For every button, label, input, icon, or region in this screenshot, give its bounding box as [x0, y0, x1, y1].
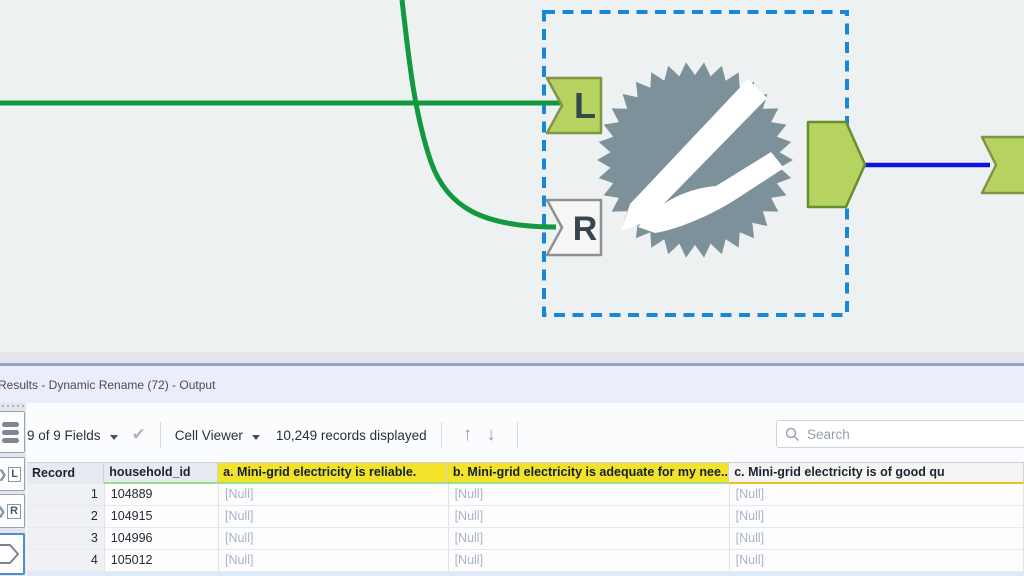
cell-a[interactable]: [Null]	[218, 506, 449, 528]
results-grid: Record household_id a. Mini-grid electrici…	[27, 462, 1024, 576]
grid-body: 1 104889 [Null] [Null] [Null] 2 104915 [Null] [N…	[27, 484, 1024, 572]
cell-household_id[interactable]: 104996	[104, 528, 219, 550]
cell-c[interactable]: [Null]	[729, 550, 1024, 572]
column-header-c[interactable]: c. Mini-grid electricity is of good qu	[729, 463, 1024, 485]
left-anchor-button-label: L	[8, 466, 21, 482]
cell-household_id[interactable]: 104889	[104, 484, 219, 506]
table-view-button[interactable]	[0, 411, 25, 453]
toolbar-divider	[516, 422, 518, 448]
dynamic-rename-tool[interactable]	[597, 62, 793, 258]
chevron-down-icon	[109, 434, 118, 440]
output-anchor-icon	[0, 544, 19, 564]
table-row: 3 104996 [Null] [Null] [Null]	[27, 528, 1024, 550]
toolbar-divider	[440, 422, 442, 448]
cell-b[interactable]: [Null]	[448, 506, 730, 528]
cell-a[interactable]: [Null]	[218, 528, 449, 550]
output-anchor[interactable]	[806, 120, 867, 209]
connection-top-input[interactable]	[399, 0, 557, 230]
search-input[interactable]	[807, 426, 1024, 442]
column-header-a[interactable]: a. Mini-grid electricity is reliable.	[218, 463, 448, 485]
anchor-arrow-icon: ❯	[0, 505, 6, 518]
left-anchor-label: L	[574, 85, 596, 126]
column-header-b[interactable]: b. Mini-grid electricity is adequate for…	[447, 463, 730, 485]
right-anchor-button[interactable]: ❯ R	[0, 494, 25, 528]
records-displayed-label: 10,249 records displayed	[275, 427, 427, 443]
fields-dropdown[interactable]: 9 of 9 Fields	[27, 428, 118, 443]
grid-header: Record household_id a. Mini-grid electrici…	[27, 462, 1024, 485]
cell-c[interactable]: [Null]	[729, 506, 1024, 528]
toolbar-divider	[159, 422, 161, 448]
apply-checkmark-icon[interactable]: ✔	[132, 425, 146, 445]
workflow-canvas[interactable]: L R	[0, 0, 1024, 352]
table-row: 2 104915 [Null] [Null] [Null]	[27, 506, 1024, 528]
table-row: 4 105012 [Null] [Null] [Null]	[27, 550, 1024, 572]
cell-record[interactable]: 1	[27, 484, 105, 506]
cell-c[interactable]: [Null]	[729, 484, 1024, 506]
cell-record[interactable]: 2	[27, 506, 105, 528]
cell-a[interactable]: [Null]	[218, 550, 449, 572]
cell-viewer-dropdown[interactable]: Cell Viewer	[175, 428, 260, 443]
cell-a[interactable]: [Null]	[218, 484, 449, 506]
partial-next-row	[27, 572, 1024, 576]
output-anchor-button[interactable]	[0, 533, 25, 575]
cell-record[interactable]: 3	[27, 528, 105, 550]
drag-handle-icon[interactable]	[2, 405, 24, 409]
column-header-record[interactable]: Record	[27, 463, 105, 485]
search-icon	[785, 427, 800, 441]
results-title: Results - Dynamic Rename (72) - Output	[0, 377, 216, 392]
anchor-arrow-icon: ❯	[0, 468, 7, 481]
cell-household_id[interactable]: 105012	[104, 550, 219, 572]
results-panel-header: Results - Dynamic Rename (72) - Output	[0, 366, 1024, 403]
cell-c[interactable]: [Null]	[729, 528, 1024, 550]
cell-b[interactable]: [Null]	[448, 484, 730, 506]
panel-splitter[interactable]	[0, 352, 1024, 366]
right-anchor-label: R	[573, 210, 598, 248]
chevron-down-icon	[251, 434, 260, 440]
table-view-icon	[2, 421, 19, 443]
scroll-up-icon[interactable]: ↑	[463, 424, 473, 446]
cell-b[interactable]: [Null]	[448, 528, 730, 550]
table-row: 1 104889 [Null] [Null] [Null]	[27, 484, 1024, 506]
scroll-down-icon[interactable]: ↓	[486, 424, 496, 446]
column-header-household_id[interactable]: household_id	[104, 463, 219, 485]
cell-household_id[interactable]: 104915	[104, 506, 219, 528]
search-box[interactable]	[776, 420, 1024, 448]
left-anchor-button[interactable]: ❯ L	[0, 457, 25, 491]
results-toolbar: 9 of 9 Fields ✔ Cell Viewer 10,249 recor…	[27, 414, 767, 456]
cell-record[interactable]: 4	[27, 550, 105, 572]
cell-b[interactable]: [Null]	[448, 550, 730, 572]
right-anchor-button-label: R	[7, 503, 21, 519]
